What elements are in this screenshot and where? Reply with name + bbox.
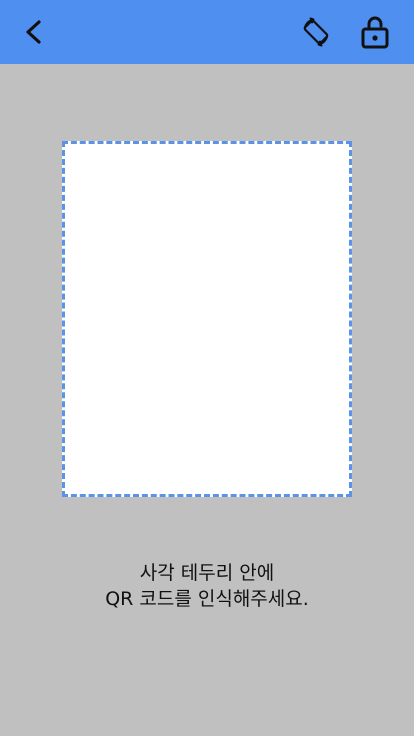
chevron-left-icon [20,18,48,46]
scan-instructions: 사각 테두리 안에 QR 코드를 인식해주세요. [0,560,414,612]
instruction-line-1: 사각 테두리 안에 [139,562,275,584]
top-app-bar [0,0,414,64]
orientation-lock-button[interactable] [355,12,395,52]
rotate-screen-button[interactable] [296,12,336,52]
qr-scan-frame [62,141,352,497]
unlock-icon [360,15,390,49]
back-button[interactable] [14,12,54,52]
instruction-line-2: QR 코드를 인식해주세요. [105,588,309,610]
screen-rotation-icon [299,15,333,49]
